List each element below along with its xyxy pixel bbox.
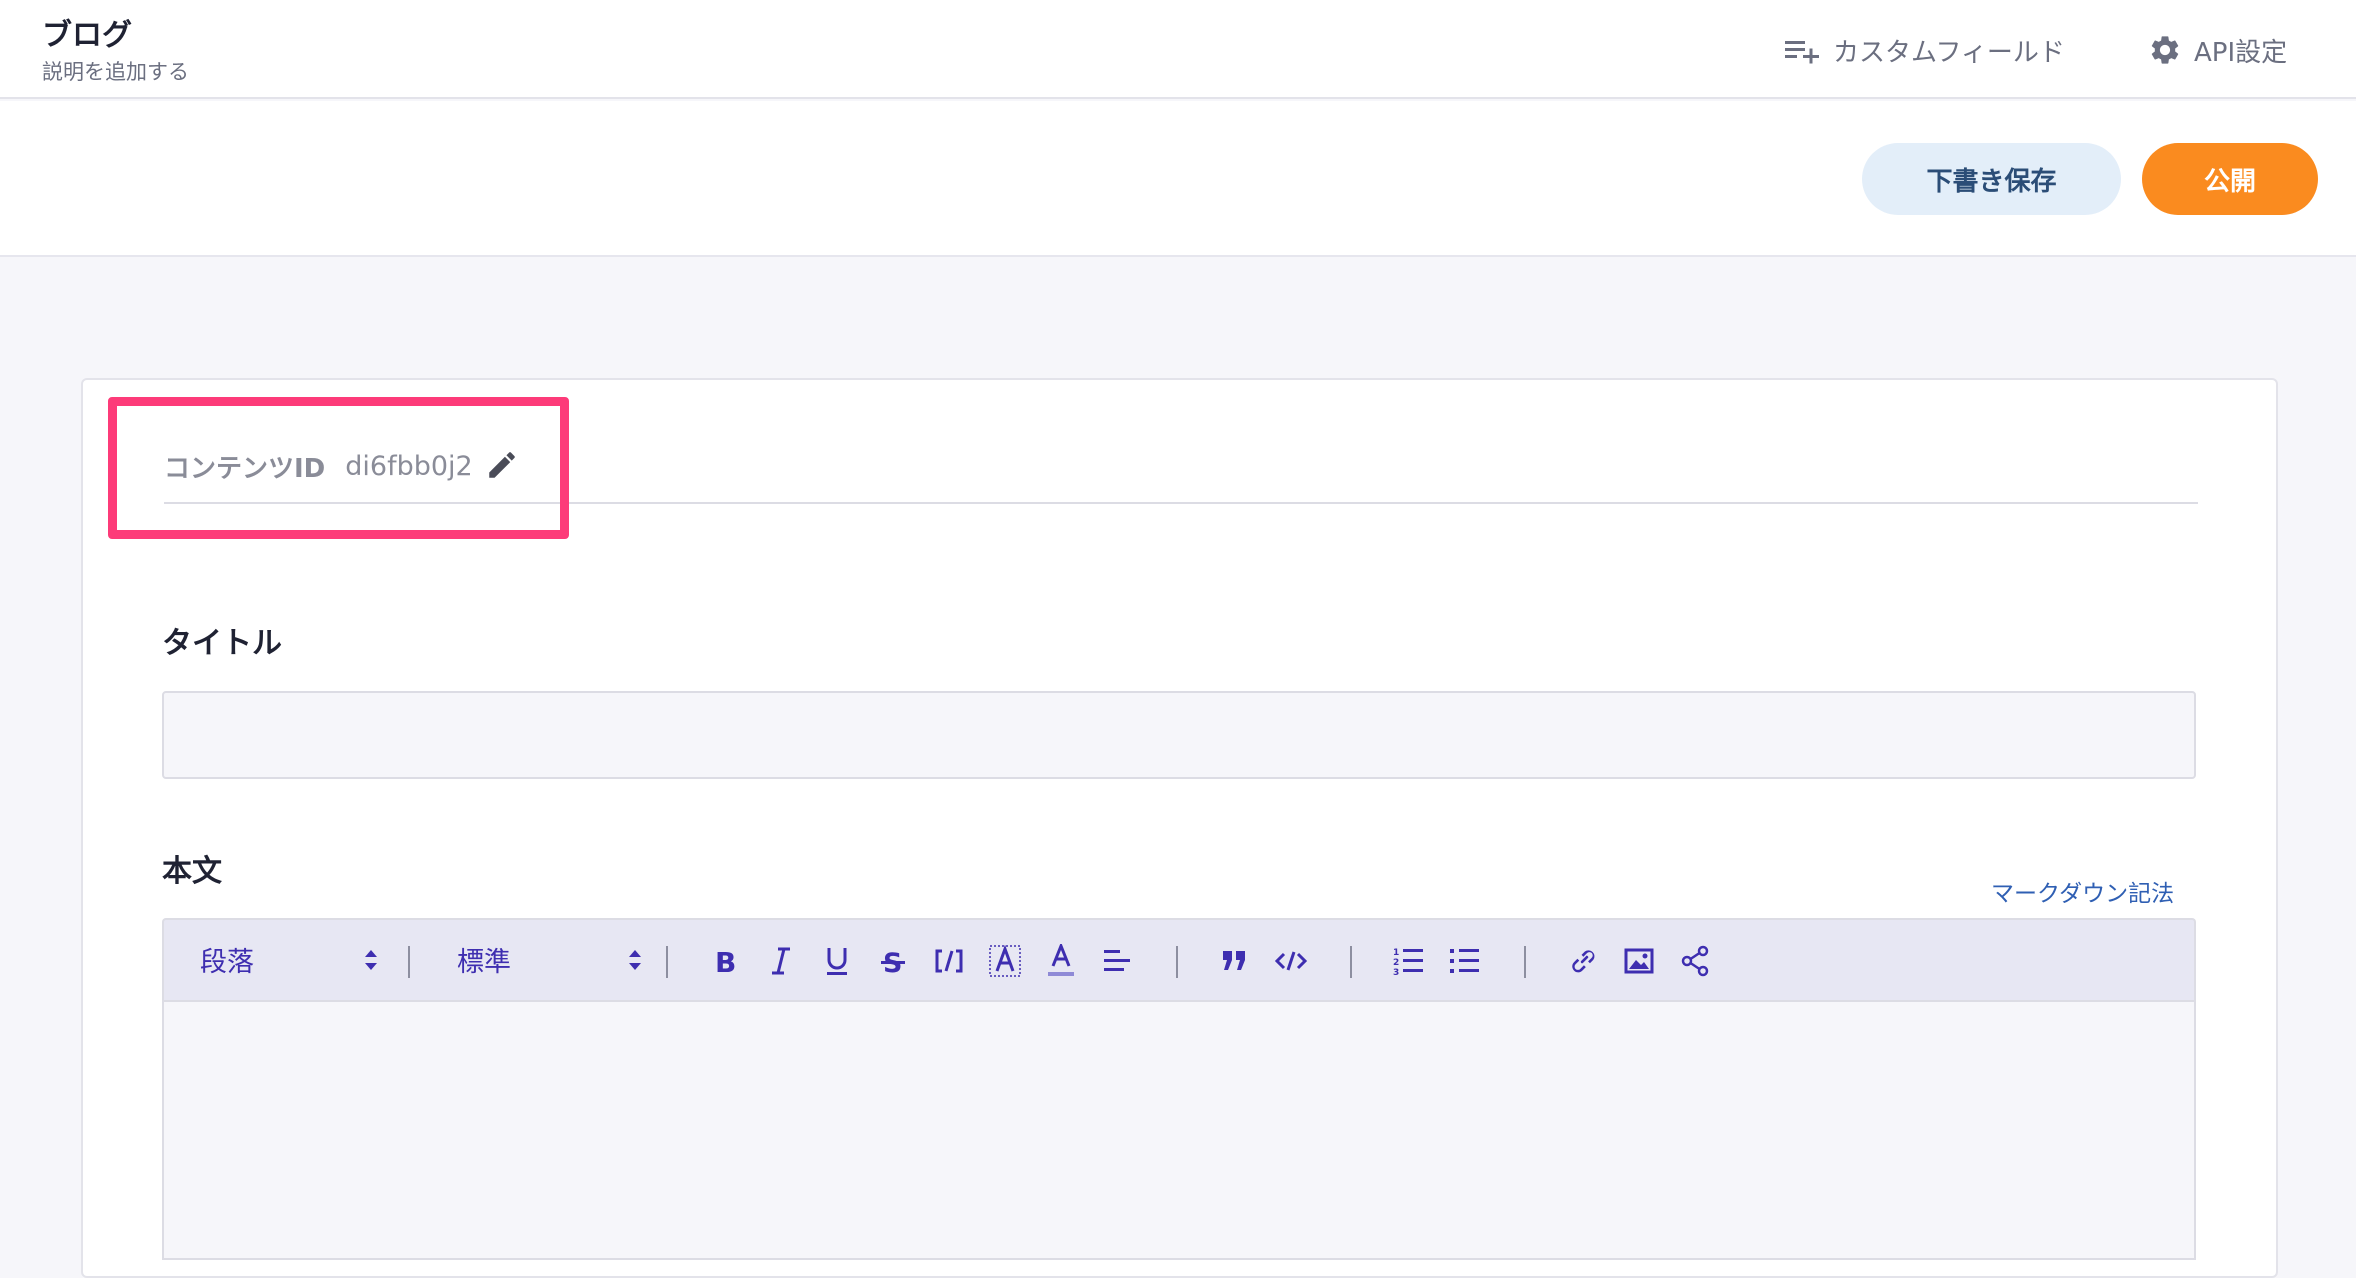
toolbar-divider xyxy=(1350,946,1352,978)
toolbar-divider xyxy=(666,946,668,978)
ordered-list-icon[interactable]: 1 2 3 xyxy=(1390,942,1428,980)
gear-icon xyxy=(2148,33,2182,67)
toolbar-divider xyxy=(1524,946,1526,978)
svg-text:1: 1 xyxy=(1393,948,1399,958)
content-id-row: コンテンツID di6fbb0j2 xyxy=(164,440,2198,504)
svg-text:B: B xyxy=(715,946,736,976)
bullet-list-icon[interactable] xyxy=(1446,942,1484,980)
align-icon[interactable] xyxy=(1098,942,1136,980)
toolbar-divider xyxy=(1176,946,1178,978)
page-header: ブログ 説明を追加する カスタムフィールド API設定 xyxy=(0,0,2356,99)
custom-field-label: カスタムフィールド xyxy=(1833,37,2065,68)
publish-button[interactable]: 公開 xyxy=(2142,143,2318,215)
paragraph-select[interactable]: 段落 xyxy=(200,934,378,984)
link-icon[interactable] xyxy=(1564,942,1602,980)
markdown-help-link[interactable]: マークダウン記法 xyxy=(1991,874,2174,908)
paragraph-select-value: 段落 xyxy=(200,946,254,978)
pencil-icon[interactable] xyxy=(485,448,519,482)
highlight-icon[interactable] xyxy=(986,942,1024,980)
rich-text-editor-area[interactable] xyxy=(162,1000,2196,1260)
body-field-label: 本文 xyxy=(162,854,222,889)
image-icon[interactable] xyxy=(1620,942,1658,980)
title-input[interactable] xyxy=(162,691,2196,779)
text-color-icon[interactable] xyxy=(1042,942,1080,980)
custom-field-button[interactable]: カスタムフィールド xyxy=(1785,30,2065,70)
editor-toolbar: 段落 標準 B S 1 2 3 xyxy=(162,918,2196,1000)
svg-text:3: 3 xyxy=(1393,968,1399,976)
api-settings-label: API設定 xyxy=(2194,37,2288,68)
size-select[interactable]: 標準 xyxy=(457,934,642,984)
title-field-label: タイトル xyxy=(162,626,282,661)
italic-icon[interactable] xyxy=(762,942,800,980)
blockquote-icon[interactable] xyxy=(1216,942,1254,980)
embed-icon[interactable] xyxy=(1676,942,1714,980)
select-arrows-icon xyxy=(628,948,642,972)
page-description[interactable]: 説明を追加する xyxy=(42,56,189,86)
api-settings-button[interactable]: API設定 xyxy=(2148,30,2287,70)
select-arrows-icon xyxy=(364,948,378,972)
underline-icon[interactable] xyxy=(818,942,856,980)
strikethrough-icon[interactable]: S xyxy=(874,942,912,980)
code-block-icon[interactable] xyxy=(1272,942,1310,980)
toolbar-divider xyxy=(408,946,410,978)
bold-icon[interactable]: B xyxy=(706,942,744,980)
content-id-value: di6fbb0j2 xyxy=(345,450,473,482)
size-select-value: 標準 xyxy=(457,946,511,978)
content-id-label: コンテンツID xyxy=(164,453,326,484)
save-draft-button[interactable]: 下書き保存 xyxy=(1862,143,2121,215)
page-title: ブログ xyxy=(42,18,132,53)
action-bar: 下書き保存 公開 xyxy=(0,101,2356,257)
inline-code-icon[interactable] xyxy=(930,942,968,980)
playlist-add-icon xyxy=(1785,36,1821,64)
svg-text:2: 2 xyxy=(1393,958,1399,968)
